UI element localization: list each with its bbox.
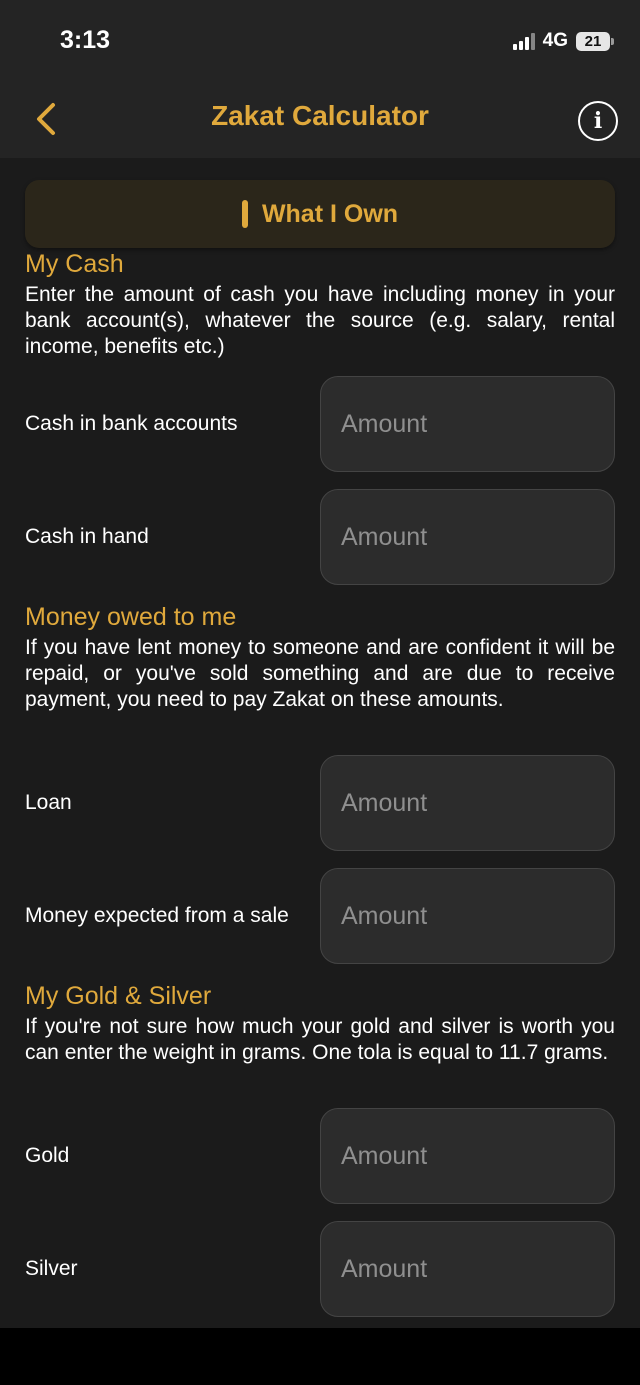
cash-hand-input[interactable]	[320, 489, 615, 585]
status-time: 3:13	[60, 26, 111, 54]
gold-heading: My Gold & Silver	[25, 982, 212, 1010]
signal-icon	[512, 32, 535, 50]
sale-input[interactable]	[320, 868, 615, 964]
cash-hand-label: Cash in hand	[25, 525, 149, 548]
gold-input[interactable]	[320, 1108, 615, 1204]
owed-heading: Money owed to me	[25, 603, 237, 631]
page-title: Zakat Calculator	[211, 100, 429, 131]
info-icon: i	[593, 108, 603, 134]
gold-description: If you're not sure how much your gold an…	[25, 1015, 615, 1064]
info-button[interactable]: i	[578, 101, 618, 141]
loan-input[interactable]	[320, 755, 615, 851]
owed-description: If you have lent money to someone and ar…	[25, 636, 615, 711]
cash-description: Enter the amount of cash you have includ…	[25, 283, 615, 358]
calculator-form: What I Own My Cash Enter the amount of c…	[0, 158, 640, 1328]
silver-label: Silver	[25, 1257, 78, 1280]
section-title: What I Own	[261, 199, 399, 228]
loan-label: Loan	[25, 791, 72, 814]
battery-icon: 21	[576, 31, 614, 51]
top-bar: 3:13 4G 21 Zakat Calculator i	[0, 0, 640, 158]
battery-level: 21	[584, 32, 602, 50]
banner-accent-bar	[241, 200, 248, 228]
sale-label: Money expected from a sale	[25, 904, 289, 927]
cash-bank-input[interactable]	[320, 376, 615, 472]
gold-label: Gold	[25, 1144, 70, 1167]
silver-input[interactable]	[320, 1221, 615, 1317]
network-type: 4G	[542, 30, 568, 51]
cash-heading: My Cash	[25, 250, 124, 278]
section-tab-what-i-own[interactable]: What I Own	[25, 180, 615, 248]
cash-bank-label: Cash in bank accounts	[25, 412, 238, 435]
status-icons: 4G 21	[512, 28, 614, 54]
